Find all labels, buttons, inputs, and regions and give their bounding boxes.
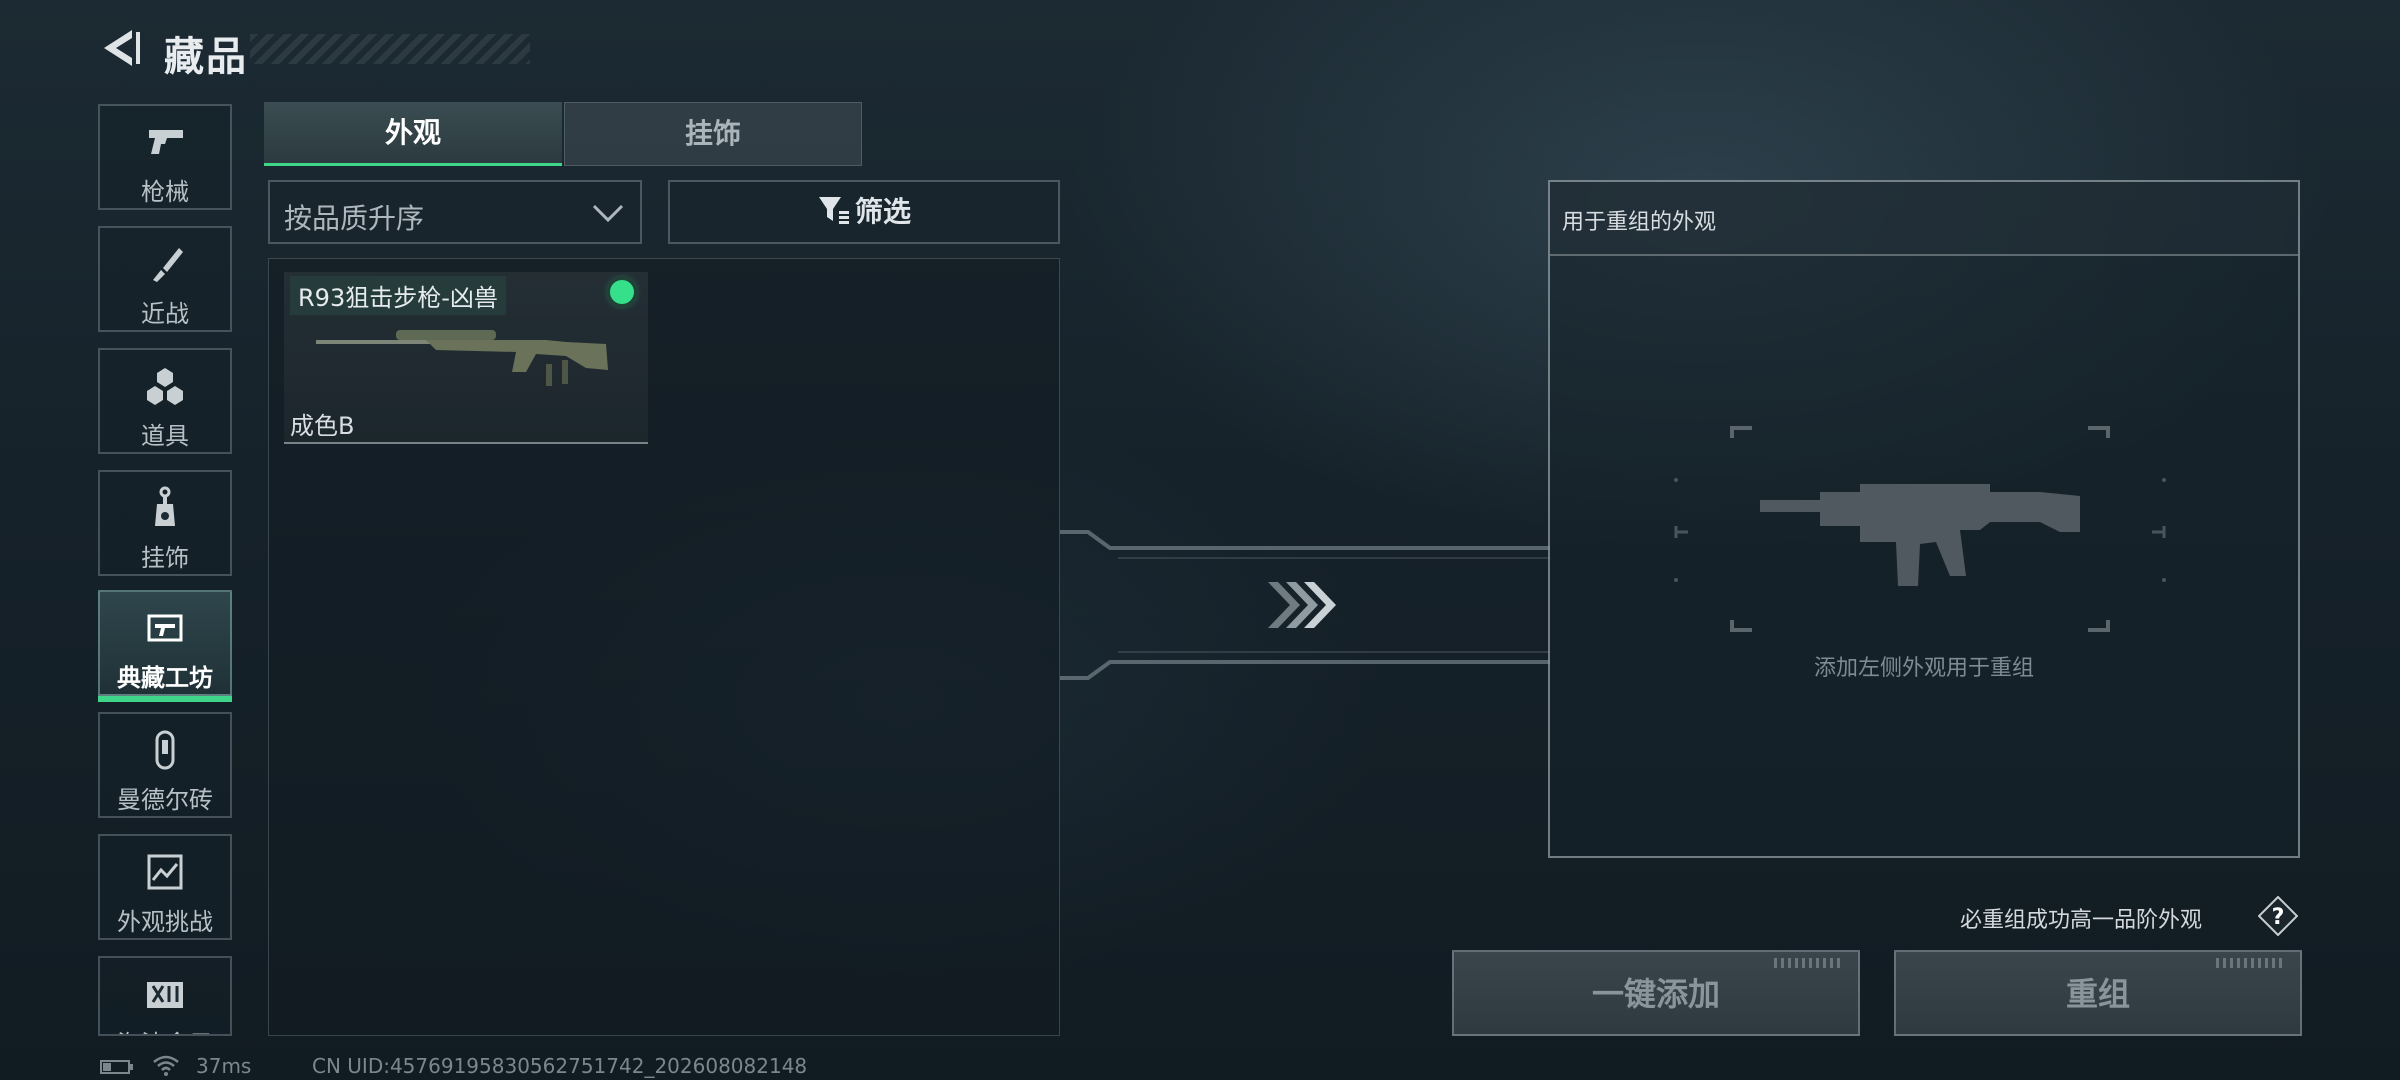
filter-button[interactable]: 筛选 — [668, 180, 1060, 244]
sidebar-item-label: 曼德尔砖 — [117, 786, 213, 814]
question-icon[interactable]: ? — [2258, 896, 2298, 936]
sidebar-item-label: 挂饰 — [141, 544, 189, 572]
sidebar-item-elimination-box[interactable]: 淘汰盒子 — [98, 956, 232, 1036]
tab-appearance[interactable]: 外观 — [264, 102, 562, 166]
filter-icon — [818, 197, 849, 224]
user-uid: CN UID:457691958305627517​42_20260808214… — [312, 1054, 808, 1078]
tab-charms[interactable]: 挂饰 — [564, 102, 862, 166]
selected-indicator[interactable] — [610, 280, 634, 304]
svg-text:?: ? — [2272, 905, 2285, 930]
skin-name: R93狙击步枪-凶兽 — [290, 276, 506, 315]
sidebar-item-mandel-brick[interactable]: 曼德尔砖 — [98, 712, 232, 818]
skin-grade: 成色B — [290, 412, 355, 440]
charm-icon — [155, 486, 175, 526]
sidebar-item-label: 近战 — [141, 300, 189, 328]
button-decoration — [1774, 958, 1844, 968]
sidebar-item-melee[interactable]: 近战 — [98, 226, 232, 332]
sidebar-item-label: 道具 — [141, 422, 189, 450]
recombine-button[interactable]: 重组 — [1894, 950, 2302, 1036]
back-arrow-icon[interactable] — [98, 26, 142, 70]
ping-readout: 37ms — [196, 1054, 252, 1078]
challenge-icon — [147, 854, 183, 890]
wifi-icon — [153, 1055, 179, 1076]
page-title: 藏品 — [164, 34, 248, 80]
sidebar-item-guns[interactable]: 枪械 — [98, 104, 232, 210]
sidebar-item-skin-challenge[interactable]: 外观挑战 — [98, 834, 232, 940]
add-all-button[interactable]: 一键添加 — [1452, 950, 1860, 1036]
recombine-panel-header: 用于重组的外观 — [1550, 182, 2298, 256]
recombine-label: 重组 — [2065, 975, 2130, 1013]
grenades-icon — [147, 368, 183, 405]
filter-label: 筛选 — [854, 195, 911, 228]
sidebar-item-label: 淘汰盒子 — [100, 1024, 230, 1034]
add-all-label: 一键添加 — [1591, 975, 1720, 1013]
recombine-panel-title: 用于重组的外观 — [1562, 210, 1717, 235]
pistol-icon — [149, 130, 183, 154]
mandel-brick-icon — [155, 730, 175, 770]
recombine-rule: 必重组成功高一品阶外观 — [1960, 908, 2203, 933]
sidebar-item-label: 典藏工坊 — [117, 664, 213, 692]
assault-rifle-icon[interactable] — [1660, 426, 2180, 642]
sidebar-item-label: 枪械 — [141, 178, 189, 206]
gun-frame-icon — [147, 614, 183, 642]
battery-icon — [100, 1060, 133, 1074]
sidebar-item-items[interactable]: 道具 — [98, 348, 232, 454]
sidebar-item-label: 外观挑战 — [117, 908, 213, 936]
chevron-down-icon — [592, 204, 624, 223]
box-icon — [147, 982, 183, 1008]
knife-icon — [153, 248, 183, 282]
sniper-rifle-icon — [316, 330, 608, 386]
sort-dropdown[interactable]: 按品质升序 — [268, 180, 642, 244]
transfer-connector — [1060, 530, 1550, 680]
sidebar-item-charms[interactable]: 挂饰 — [98, 470, 232, 576]
title-decoration — [250, 34, 530, 64]
sidebar-item-collection-workshop[interactable]: 典藏工坊 — [98, 590, 232, 702]
sort-label: 按品质升序 — [284, 202, 425, 235]
button-decoration — [2216, 958, 2286, 968]
recombine-hint: 添加左侧外观用于重组 — [1813, 656, 2034, 681]
